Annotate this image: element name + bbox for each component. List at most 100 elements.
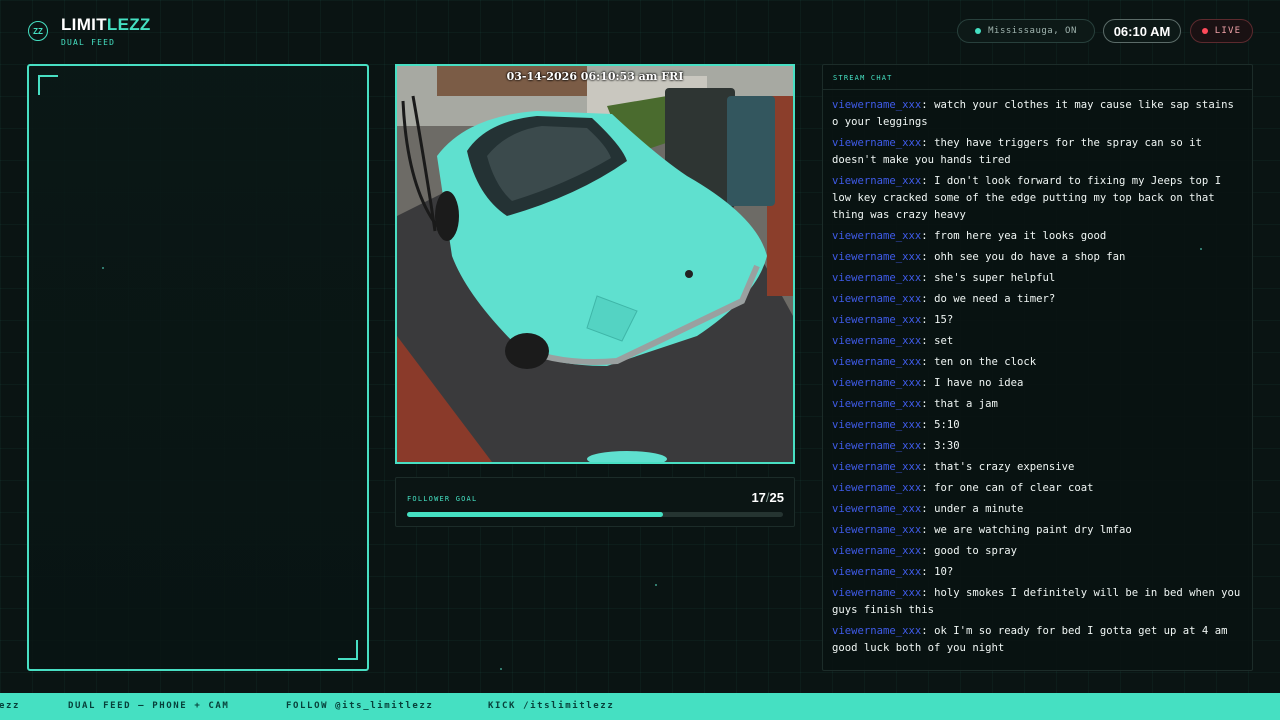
clock-badge: 06:10 AM	[1103, 19, 1181, 43]
chat-username[interactable]: viewername_xxx	[832, 335, 921, 347]
chat-username[interactable]: viewername_xxx	[832, 251, 921, 263]
frame-corner-top-left	[38, 75, 58, 95]
chat-text: I have no idea	[934, 377, 1024, 389]
chat-message: viewername_xxx: from here yea it looks g…	[832, 230, 1107, 242]
chat-username[interactable]: viewername_xxx	[832, 587, 921, 599]
background-speck	[655, 584, 657, 586]
chat-message: viewername_xxx: watch your clothes it ma…	[832, 99, 1234, 128]
logo-icon: ZZ	[28, 21, 48, 41]
logo-text: ZZ	[33, 26, 43, 36]
chat-message: viewername_xxx: good to spray	[832, 545, 1017, 557]
location-dot-icon	[975, 28, 982, 34]
chat-text: set	[934, 335, 954, 347]
chat-text: 5:10	[934, 419, 960, 431]
clock-text: 06:10 AM	[1113, 23, 1171, 39]
follower-goal-target: 25	[769, 490, 784, 505]
chat-username[interactable]: viewername_xxx	[832, 545, 921, 557]
chat-text: from here yea it looks good	[934, 230, 1107, 242]
frame-corner-bottom-right	[338, 640, 358, 660]
brand-subtitle: DUAL FEED	[61, 38, 116, 47]
chat-username[interactable]: viewername_xxx	[832, 377, 921, 389]
chat-text: that's crazy expensive	[934, 461, 1075, 473]
chat-text: 10?	[934, 566, 954, 578]
chat-username[interactable]: viewername_xxx	[832, 482, 921, 494]
chat-username[interactable]: viewername_xxx	[832, 137, 921, 149]
live-badge: LIVE	[1190, 19, 1253, 43]
follower-goal-count: 17/25	[751, 490, 784, 505]
location-text: Mississauga, ON	[988, 26, 1077, 36]
stream-chat-panel: STREAM CHAT viewername_xxx: watch your c…	[822, 64, 1253, 671]
chat-message: viewername_xxx: we are watching paint dr…	[832, 524, 1132, 536]
chat-message: viewername_xxx: I have no idea	[832, 377, 1024, 389]
chat-username[interactable]: viewername_xxx	[832, 566, 921, 578]
location-badge: Mississauga, ON	[957, 19, 1095, 43]
live-dot-icon	[1201, 28, 1208, 34]
follower-goal-track	[407, 512, 783, 517]
chat-username[interactable]: viewername_xxx	[832, 175, 921, 187]
chat-text: under a minute	[934, 503, 1024, 515]
brand-title: LIMITLEZZ	[61, 15, 151, 35]
chat-message: viewername_xxx: she's super helpful	[832, 272, 1056, 284]
chat-text: do we need a timer?	[934, 293, 1056, 305]
follower-goal: FOLLOWER GOAL 17/25	[395, 477, 795, 527]
chat-message: viewername_xxx: they have triggers for t…	[832, 137, 1202, 166]
chat-message: viewername_xxx: that a jam	[832, 398, 998, 410]
ticker-bar: lezz DUAL FEED — PHONE + CAM FOLLOW @its…	[0, 693, 1280, 720]
ticker-item: lezz	[0, 701, 21, 711]
chat-username[interactable]: viewername_xxx	[832, 524, 921, 536]
chat-message: viewername_xxx: I don't look forward to …	[832, 175, 1222, 221]
brand-title-accent: LEZZ	[106, 15, 151, 34]
brand: LIMITLEZZ DUAL FEED	[61, 15, 151, 47]
chat-message: viewername_xxx: ohh see you do have a sh…	[832, 251, 1126, 263]
chat-text: 3:30	[934, 440, 960, 452]
camera-feed: 03-14-2026 06:10:53 am FRI	[395, 64, 795, 464]
chat-message: viewername_xxx: 3:30	[832, 440, 960, 452]
chat-message: viewername_xxx: for one can of clear coa…	[832, 482, 1094, 494]
follower-goal-fill	[407, 512, 663, 517]
chat-message: viewername_xxx: ten on the clock	[832, 356, 1037, 368]
background-speck	[500, 668, 502, 670]
chat-text: 15?	[934, 314, 954, 326]
background-speck	[1200, 248, 1202, 250]
follower-goal-current: 17	[751, 490, 766, 505]
chat-username[interactable]: viewername_xxx	[832, 503, 921, 515]
background-speck	[102, 267, 104, 269]
chat-text: ohh see you do have a shop fan	[934, 251, 1126, 263]
phone-feed-frame	[27, 64, 369, 671]
follower-goal-label: FOLLOWER GOAL	[407, 495, 478, 503]
chat-message: viewername_xxx: 10?	[832, 566, 954, 578]
camera-timestamp: 03-14-2026 06:10:53 am FRI	[506, 70, 684, 83]
chat-username[interactable]: viewername_xxx	[832, 356, 921, 368]
chat-username[interactable]: viewername_xxx	[832, 230, 921, 242]
chat-text: good to spray	[934, 545, 1017, 557]
chat-username[interactable]: viewername_xxx	[832, 419, 921, 431]
brand-title-main: LIMIT	[61, 15, 107, 34]
chat-message: viewername_xxx: under a minute	[832, 503, 1024, 515]
chat-text: she's super helpful	[934, 272, 1056, 284]
chat-username[interactable]: viewername_xxx	[832, 99, 921, 111]
chat-text: we are watching paint dry lmfao	[934, 524, 1132, 536]
camera-feed-image	[397, 66, 793, 462]
ticker-item: DUAL FEED — PHONE + CAM	[68, 701, 230, 711]
chat-message: viewername_xxx: do we need a timer?	[832, 293, 1056, 305]
chat-username[interactable]: viewername_xxx	[832, 461, 921, 473]
ticker-item: KICK /itslimitlezz	[488, 701, 615, 711]
ticker-item: FOLLOW @its_limitlezz	[286, 701, 434, 711]
chat-message: viewername_xxx: that's crazy expensive	[832, 461, 1075, 473]
live-text: LIVE	[1214, 26, 1242, 36]
chat-username[interactable]: viewername_xxx	[832, 625, 921, 637]
chat-username[interactable]: viewername_xxx	[832, 314, 921, 326]
chat-username[interactable]: viewername_xxx	[832, 398, 921, 410]
chat-message-list[interactable]: viewername_xxx: watch your clothes it ma…	[823, 90, 1252, 657]
chat-username[interactable]: viewername_xxx	[832, 440, 921, 452]
chat-message: viewername_xxx: set	[832, 335, 954, 347]
chat-message: viewername_xxx: 5:10	[832, 419, 960, 431]
stream-chat-title: STREAM CHAT	[823, 65, 1252, 90]
chat-text: that a jam	[934, 398, 998, 410]
chat-text: for one can of clear coat	[934, 482, 1094, 494]
chat-message: viewername_xxx: ok I'm so ready for bed …	[832, 625, 1228, 654]
chat-username[interactable]: viewername_xxx	[832, 293, 921, 305]
chat-username[interactable]: viewername_xxx	[832, 272, 921, 284]
chat-message: viewername_xxx: holy smokes I definitely…	[832, 587, 1241, 616]
chat-message: viewername_xxx: 15?	[832, 314, 954, 326]
